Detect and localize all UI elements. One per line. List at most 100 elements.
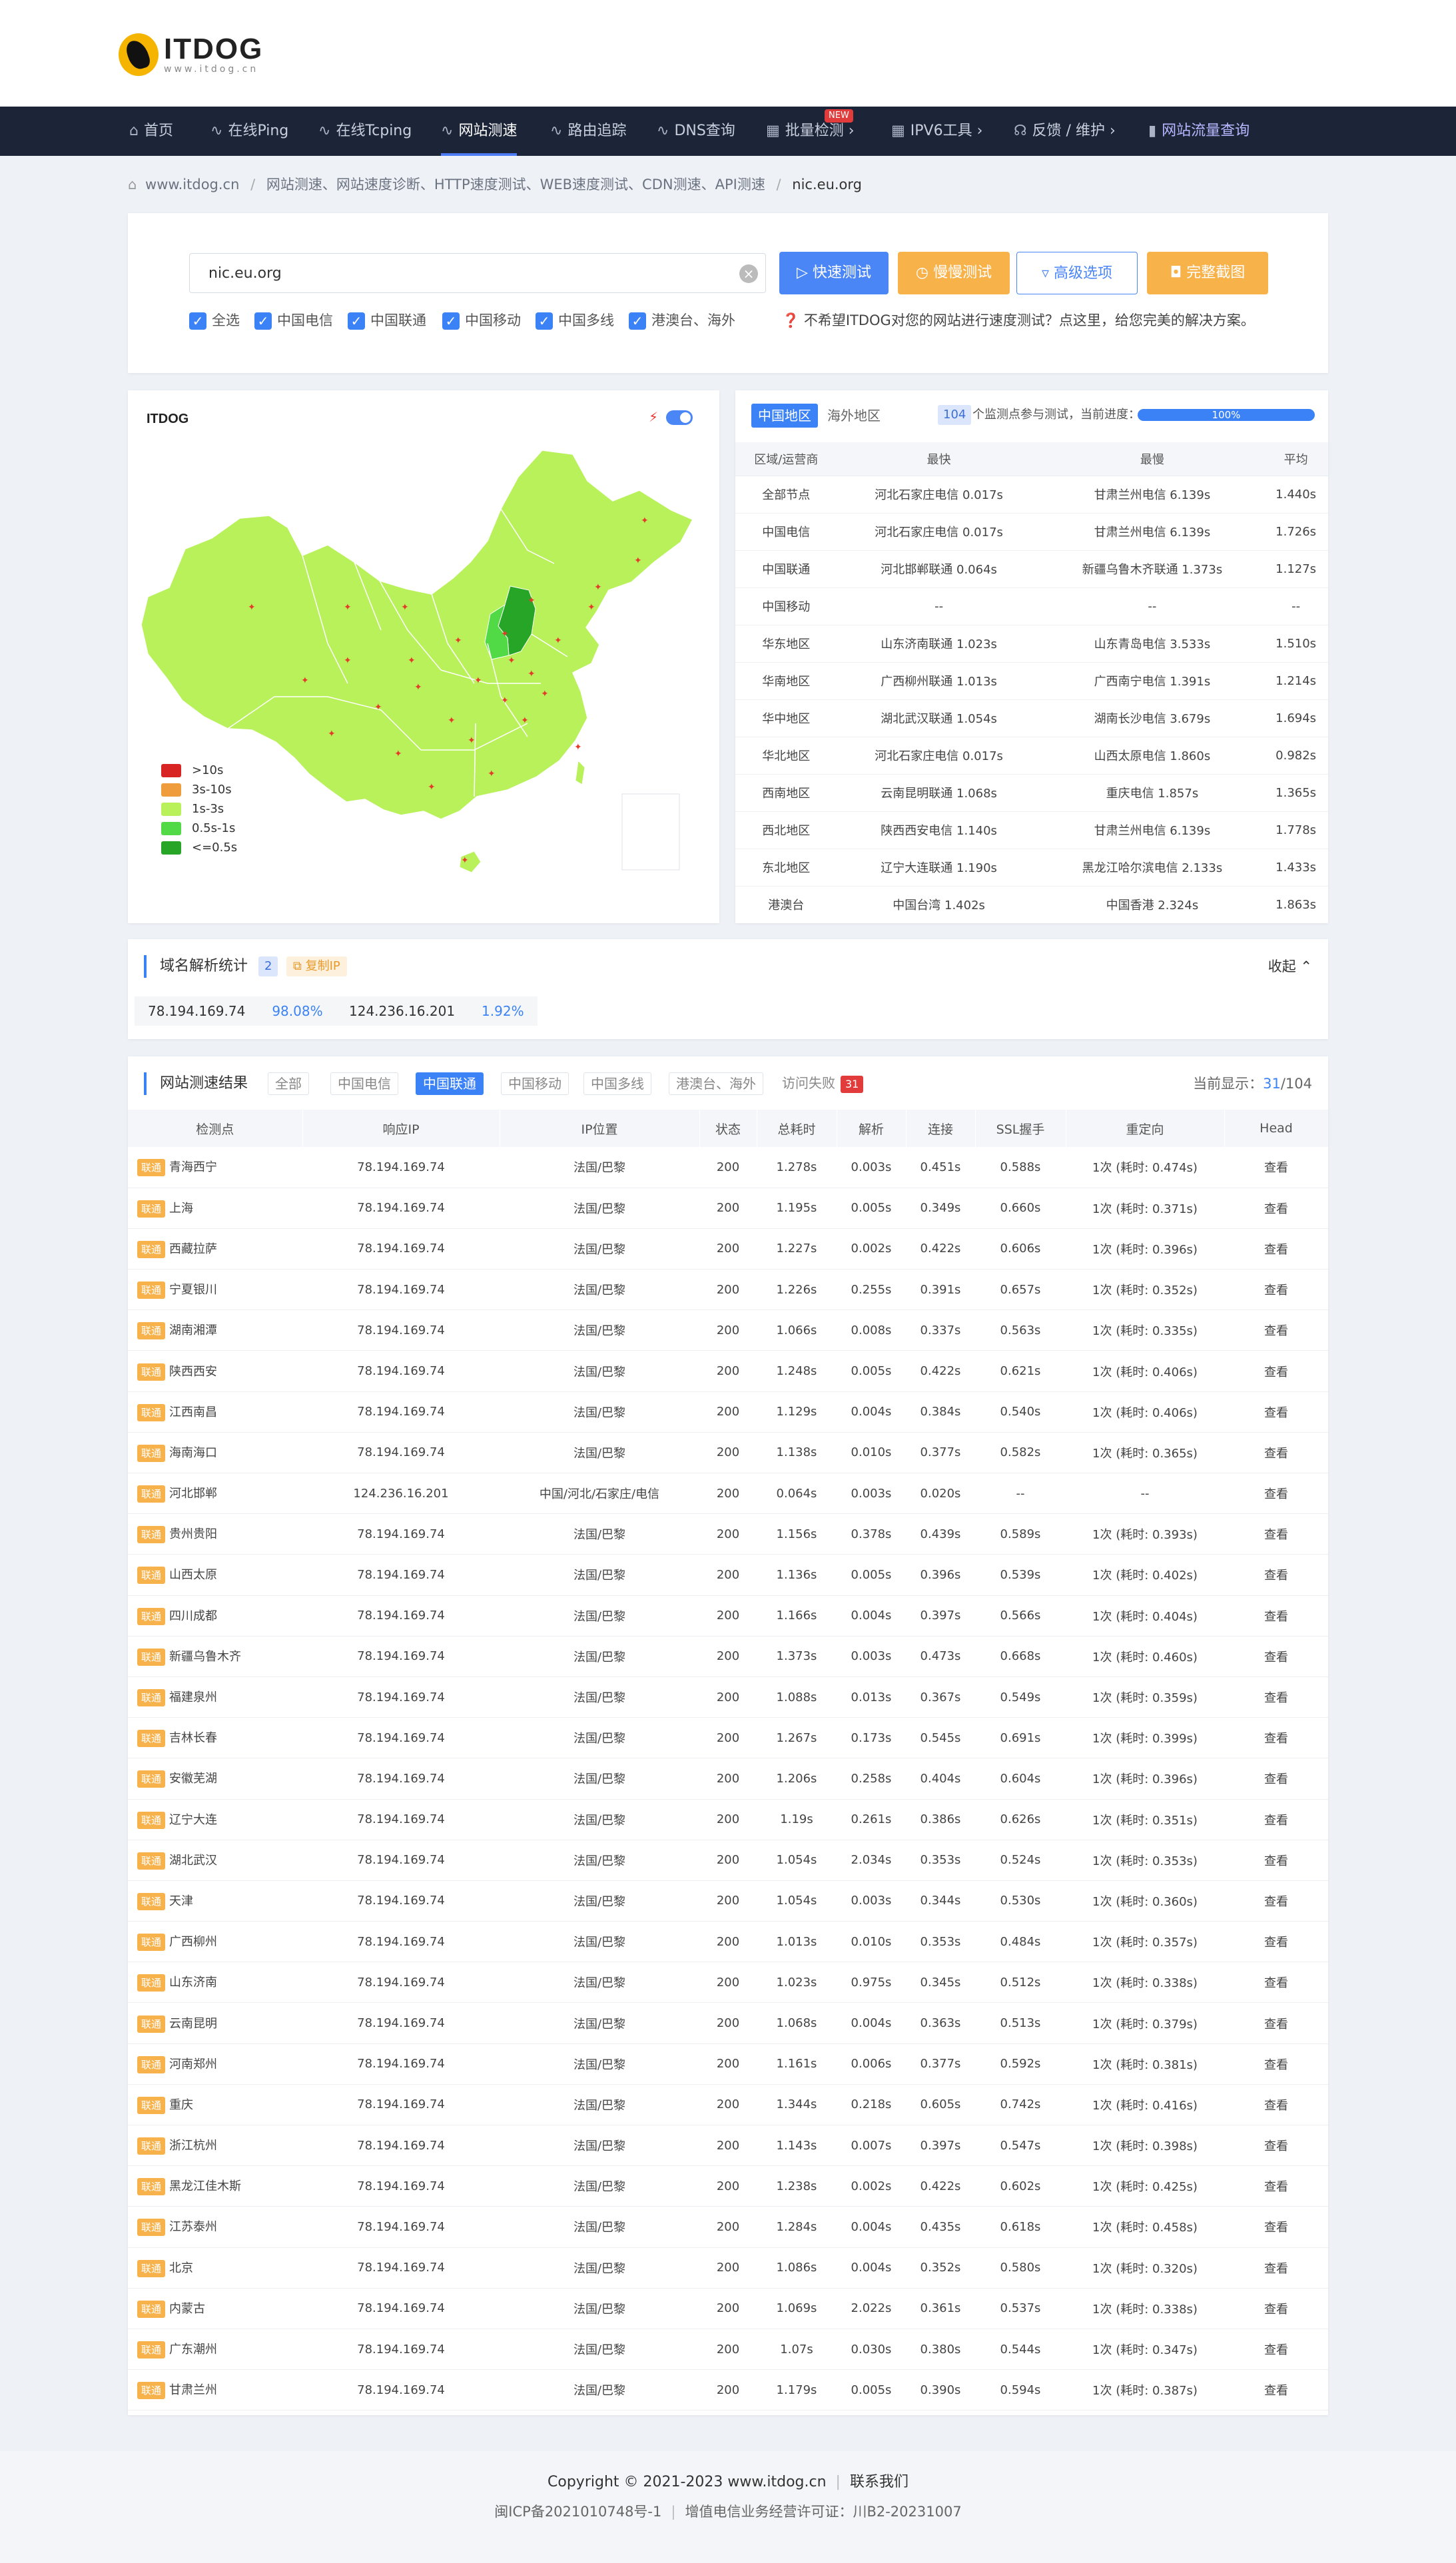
head-view-link[interactable]: 查看	[1224, 1391, 1328, 1433]
checkbox-5[interactable]: ✓ 港澳台、海外	[629, 310, 735, 330]
nav-item-8[interactable]: ☊ 反馈 / 维护 ›	[1014, 107, 1116, 156]
head-view-link[interactable]: 查看	[1224, 2247, 1328, 2289]
head-view-link[interactable]: 查看	[1224, 2329, 1328, 2371]
nav-item-7[interactable]: ▦ IPV6工具 ›	[891, 107, 982, 156]
tab-overseas[interactable]: 海外地区	[821, 404, 887, 428]
checkbox-4[interactable]: ✓ 中国多线	[536, 310, 614, 330]
head-view-link[interactable]: 查看	[1224, 2288, 1328, 2329]
copy-ip-button[interactable]: ⧉ 复制IP	[286, 956, 347, 976]
nav-item-6[interactable]: ▦ 批量检测 › NEW	[766, 107, 855, 156]
region-col-header: 最快	[837, 442, 1041, 476]
head-view-link[interactable]: 查看	[1224, 1309, 1328, 1351]
filter-tab-6[interactable]: 访问失败 31	[775, 1072, 870, 1095]
head-view-link[interactable]: 查看	[1224, 1676, 1328, 1718]
nav-item-4[interactable]: ∿ 路由追踪	[550, 107, 626, 156]
head-view-link[interactable]: 查看	[1224, 2125, 1328, 2167]
legend-item: 1s-3s	[161, 799, 224, 819]
nav-item-1[interactable]: ∿ 在线Ping	[210, 107, 288, 156]
result-node: 联通 重庆	[128, 2084, 302, 2126]
contact-link[interactable]: 联系我们	[850, 2474, 909, 2490]
head-view-link[interactable]: 查看	[1224, 2165, 1328, 2207]
filter-tab-1[interactable]: 中国电信	[330, 1072, 398, 1095]
result-cell: 1.086s	[757, 2247, 837, 2289]
head-view-link[interactable]: 查看	[1224, 1473, 1328, 1515]
isp-tag: 联通	[137, 1607, 166, 1625]
head-view-link[interactable]: 查看	[1224, 1432, 1328, 1474]
node-name: 重庆	[169, 2097, 194, 2112]
nav-label: 在线Ping	[228, 123, 289, 139]
head-view-link[interactable]: 查看	[1224, 2002, 1328, 2044]
url-input[interactable]	[189, 253, 766, 293]
nav-label: 批量检测	[785, 123, 844, 139]
checkbox-2[interactable]: ✓ 中国联通	[348, 310, 426, 330]
nav-item-9[interactable]: ▮ 网站流量查询	[1148, 107, 1250, 156]
head-view-link[interactable]: 查看	[1224, 1350, 1328, 1392]
table-row: 联通 宁夏银川 78.194.169.74 法国/巴黎 200 1.226s 0.255s 0…	[128, 1269, 1328, 1311]
icp-link[interactable]: 闽ICP备2021010748号-1	[494, 2504, 661, 2520]
opt-out-tip-link[interactable]: ❓ 不希望ITDOG对您的网站进行速度测试？点这里，给您完美的解决方案。	[782, 310, 1255, 330]
head-view-link[interactable]: 查看	[1224, 1921, 1328, 1963]
legend-label: >10s	[192, 763, 224, 777]
result-cell: 0.004s	[837, 1391, 906, 1433]
result-cell: 78.194.169.74	[302, 1269, 500, 1311]
quick-test-button[interactable]: ▷ 快速测试	[779, 252, 889, 294]
site-logo[interactable]: ITDOG www.itdog.cn	[119, 33, 263, 76]
checkbox-3[interactable]: ✓ 中国移动	[442, 310, 521, 330]
slow-test-button[interactable]: ◷ 慢慢测试	[898, 252, 1010, 294]
collapse-button[interactable]: 收起 ⌃	[1268, 956, 1312, 976]
filter-tab-5[interactable]: 港澳台、海外	[669, 1072, 763, 1095]
head-view-link[interactable]: 查看	[1224, 1840, 1328, 1881]
license-link[interactable]: 增值电信业务经营许可证：川B2-20231007	[685, 2504, 961, 2520]
head-view-link[interactable]: 查看	[1224, 1269, 1328, 1311]
clear-icon[interactable]: ×	[739, 264, 758, 283]
nav-item-0[interactable]: ⌂ 首页	[129, 107, 173, 156]
head-view-link[interactable]: 查看	[1224, 1717, 1328, 1759]
head-view-link[interactable]: 查看	[1224, 1228, 1328, 1270]
table-row: 联通 江苏泰州 78.194.169.74 法国/巴黎 200 1.284s 0.004s 0…	[128, 2206, 1328, 2248]
head-view-link[interactable]: 查看	[1224, 1880, 1328, 1922]
tab-china[interactable]: 中国地区	[751, 404, 818, 428]
check-icon: ✓	[442, 312, 460, 330]
head-view-link[interactable]: 查看	[1224, 2369, 1328, 2411]
head-view-link[interactable]: 查看	[1224, 1147, 1328, 1188]
nav-label: 反馈 / 维护	[1032, 123, 1105, 139]
result-cell: 78.194.169.74	[302, 2084, 500, 2126]
node-name: 辽宁大连	[169, 1812, 218, 1827]
breadcrumb-section-link[interactable]: 网站测速、网站速度诊断、HTTP速度测试、WEB速度测试、CDN测速、API测速	[266, 177, 765, 192]
nav-item-3[interactable]: ∿ 网站测速	[441, 107, 518, 156]
head-view-link[interactable]: 查看	[1224, 1595, 1328, 1637]
head-view-link[interactable]: 查看	[1224, 1758, 1328, 1800]
head-view-link[interactable]: 查看	[1224, 1554, 1328, 1596]
head-view-link[interactable]: 查看	[1224, 2084, 1328, 2126]
filter-tab-0[interactable]: 全部	[268, 1072, 309, 1095]
result-cell: 法国/巴黎	[500, 1758, 699, 1800]
head-view-link[interactable]: 查看	[1224, 2043, 1328, 2085]
filter-tab-3[interactable]: 中国移动	[501, 1072, 569, 1095]
map-animation-toggle[interactable]	[666, 410, 693, 425]
checkbox-1[interactable]: ✓ 中国电信	[254, 310, 333, 330]
table-row: 联通 广东潮州 78.194.169.74 法国/巴黎 200 1.07s 0.030s 0.…	[128, 2329, 1328, 2371]
head-view-link[interactable]: 查看	[1224, 1188, 1328, 1229]
filter-tab-2[interactable]: 中国联通	[416, 1072, 484, 1095]
isp-tag: 联通	[137, 2055, 166, 2073]
head-view-link[interactable]: 查看	[1224, 1799, 1328, 1840]
head-view-link[interactable]: 查看	[1224, 2206, 1328, 2248]
filter-tab-4[interactable]: 中国多线	[583, 1072, 651, 1095]
breadcrumb-home-link[interactable]: www.itdog.cn	[145, 177, 239, 192]
nav-item-2[interactable]: ∿ 在线Tcping	[318, 107, 412, 156]
isp-tag: 联通	[137, 2300, 166, 2318]
result-cell: 1次 (耗时: 0.396s)	[1066, 1228, 1224, 1270]
head-view-link[interactable]: 查看	[1224, 1962, 1328, 2004]
head-view-link[interactable]: 查看	[1224, 1513, 1328, 1555]
nav-item-5[interactable]: ∿ DNS查询	[657, 107, 735, 156]
search-panel: × ▷ 快速测试 ◷ 慢慢测试 ▿ 高级选项 ◘ 完整截图 ✓ 全选 ✓ 中国电信 ✓ 中…	[128, 213, 1328, 373]
results-col-header: 重定向	[1066, 1110, 1225, 1147]
head-view-link[interactable]: 查看	[1224, 1636, 1328, 1677]
full-screenshot-button[interactable]: ◘ 完整截图	[1147, 252, 1268, 294]
checkbox-0[interactable]: ✓ 全选	[189, 310, 240, 330]
location-marker-icon: ✦	[587, 602, 595, 613]
location-marker-icon: ✦	[508, 655, 516, 666]
filter-label: 访问失败	[782, 1075, 835, 1091]
result-cell: 法国/巴黎	[500, 1188, 699, 1229]
advanced-options-button[interactable]: ▿ 高级选项	[1016, 252, 1138, 294]
